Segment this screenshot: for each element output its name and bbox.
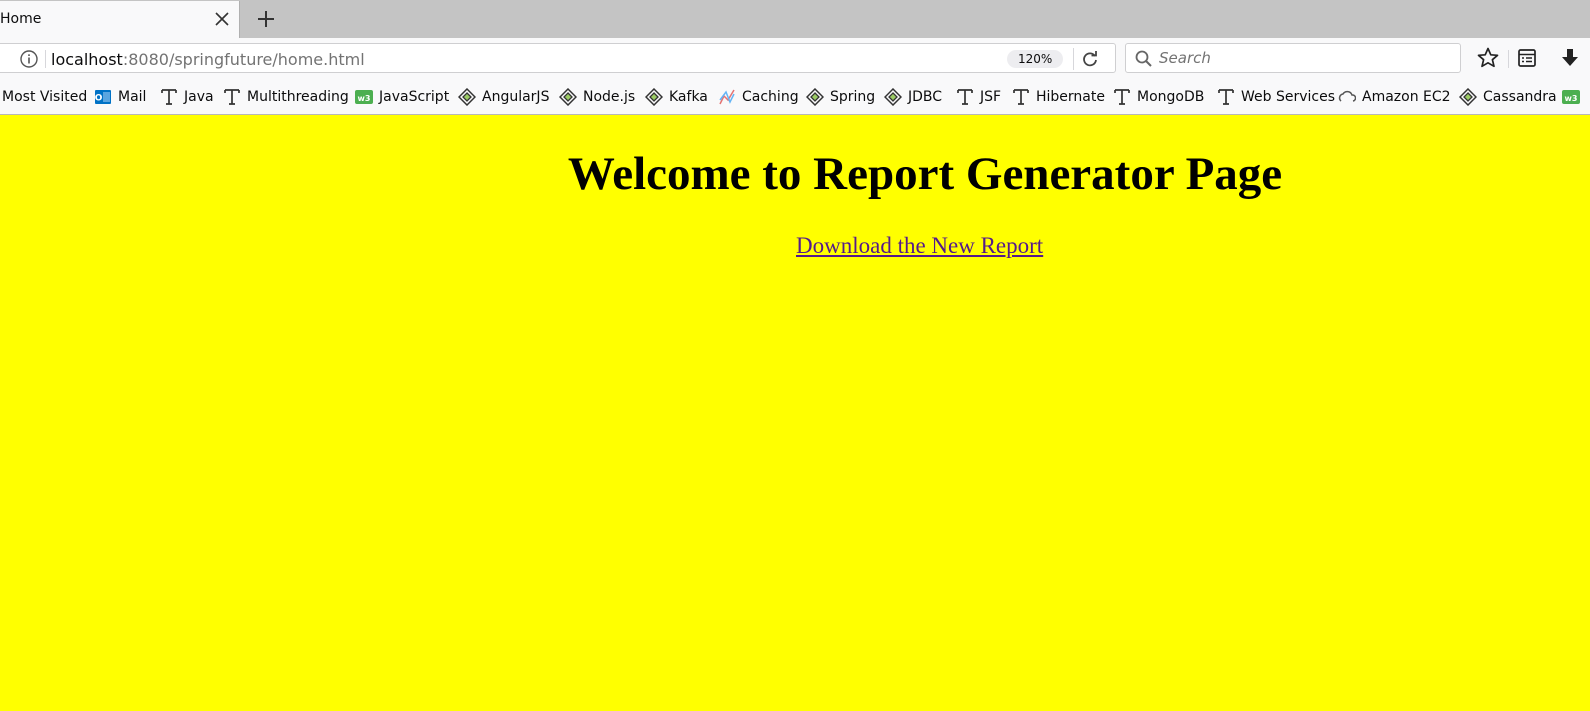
tab-title: Home [0,11,42,27]
chart-icon [719,89,735,105]
close-tab-icon[interactable] [212,9,232,29]
address-bar[interactable]: localhost:8080/springfuture/home.html 12… [0,43,1116,73]
bookmark-jdbc[interactable]: JDBC [884,87,942,107]
bookmark-label: Most Visited [2,89,88,105]
bookmark-web-services[interactable]: Web Services [1217,87,1335,107]
svg-text:w3: w3 [1565,94,1578,103]
t-icon [224,89,240,105]
bookmark-label: JDBC [908,89,943,105]
bookmark-java[interactable]: Java [160,87,214,107]
bookmark-label: Amazon EC2 [1362,89,1451,105]
bookmark-label: MongoDB [1137,89,1205,105]
bookmark-label: Web Services [1241,89,1336,105]
w3-icon: w3 [1562,90,1580,104]
bookmark-label: Kafka [669,89,708,105]
reading-list-icon[interactable] [1515,46,1539,70]
tab-strip: Home [0,0,1590,38]
bookmark-multithreading[interactable]: Multithreading [223,87,349,107]
diamond-icon [458,88,476,106]
w3-icon: w3 [355,90,373,104]
bookmark-mongodb[interactable]: MongoDB [1113,87,1204,107]
page-content: Welcome to Report Generator Page Downloa… [0,115,1590,711]
bookmark-overflow[interactable]: w3 [1562,87,1586,107]
bookmark-label: Java [184,89,214,105]
zoom-divider [1073,48,1074,70]
t-icon [957,89,973,105]
bookmark-angularjs[interactable]: AngularJS [458,87,549,107]
bookmark-amazon-ec2[interactable]: Amazon EC2 [1338,87,1451,107]
svg-text:w3: w3 [358,94,371,103]
search-icon [1135,50,1152,67]
page-title: Welcome to Report Generator Page [567,148,1283,200]
bookmark-label: Node.js [583,89,636,105]
site-info-icon[interactable] [19,49,39,69]
bookmark-label: Mail [118,89,147,105]
search-bar[interactable] [1125,43,1461,73]
cloud-icon [1338,90,1356,102]
download-report-link[interactable]: Download the New Report [796,233,1043,259]
diamond-icon [645,88,663,106]
navigation-toolbar: localhost:8080/springfuture/home.html 12… [0,38,1590,79]
address-bar-divider [45,50,46,68]
t-icon [1218,89,1234,105]
url-text[interactable]: localhost:8080/springfuture/home.html [51,50,365,69]
t-icon [1114,89,1130,105]
bookmark-nodejs[interactable]: Node.js [559,87,635,107]
bookmark-label: Multithreading [247,89,349,105]
url-host: localhost [51,50,123,69]
url-path: :8080/springfuture/home.html [122,50,365,69]
bookmarks-toolbar: Most Visited O Mail Java Multithreading … [0,79,1590,115]
bookmark-label: Hibernate [1036,89,1105,105]
bookmark-star-icon[interactable] [1476,46,1500,70]
diamond-icon [559,88,577,106]
bookmark-label: AngularJS [482,89,550,105]
diamond-icon [1459,88,1477,106]
toolbar-divider [1508,50,1509,68]
bookmark-label: JSF [980,89,1002,105]
diamond-icon [806,88,824,106]
bookmark-hibernate[interactable]: Hibernate [1012,87,1105,107]
search-input[interactable] [1159,49,1449,67]
zoom-level-badge[interactable]: 120% [1007,50,1064,68]
bookmark-label: Spring [830,89,876,105]
bookmark-most-visited[interactable]: Most Visited [2,87,87,107]
bookmark-caching[interactable]: Caching [718,87,799,107]
svg-text:O: O [95,94,103,104]
bookmark-javascript[interactable]: w3 JavaScript [355,87,449,107]
outlook-icon: O [95,90,111,104]
bookmark-kafka[interactable]: Kafka [645,87,708,107]
reload-icon[interactable] [1079,48,1101,70]
diamond-icon [884,88,902,106]
download-arrow-icon[interactable] [1558,46,1582,70]
bookmark-label: JavaScript [379,89,450,105]
t-icon [1013,89,1029,105]
tab-home[interactable]: Home [0,1,240,38]
new-tab-plus-icon[interactable] [255,8,277,30]
bookmark-mail[interactable]: O Mail [94,87,147,107]
bookmark-label: Cassandra [1483,89,1557,105]
t-icon [161,89,177,105]
bookmark-cassandra[interactable]: Cassandra [1459,87,1557,107]
bookmark-label: Caching [742,89,799,105]
bookmark-spring[interactable]: Spring [806,87,875,107]
bookmark-jsf[interactable]: JSF [956,87,1001,107]
